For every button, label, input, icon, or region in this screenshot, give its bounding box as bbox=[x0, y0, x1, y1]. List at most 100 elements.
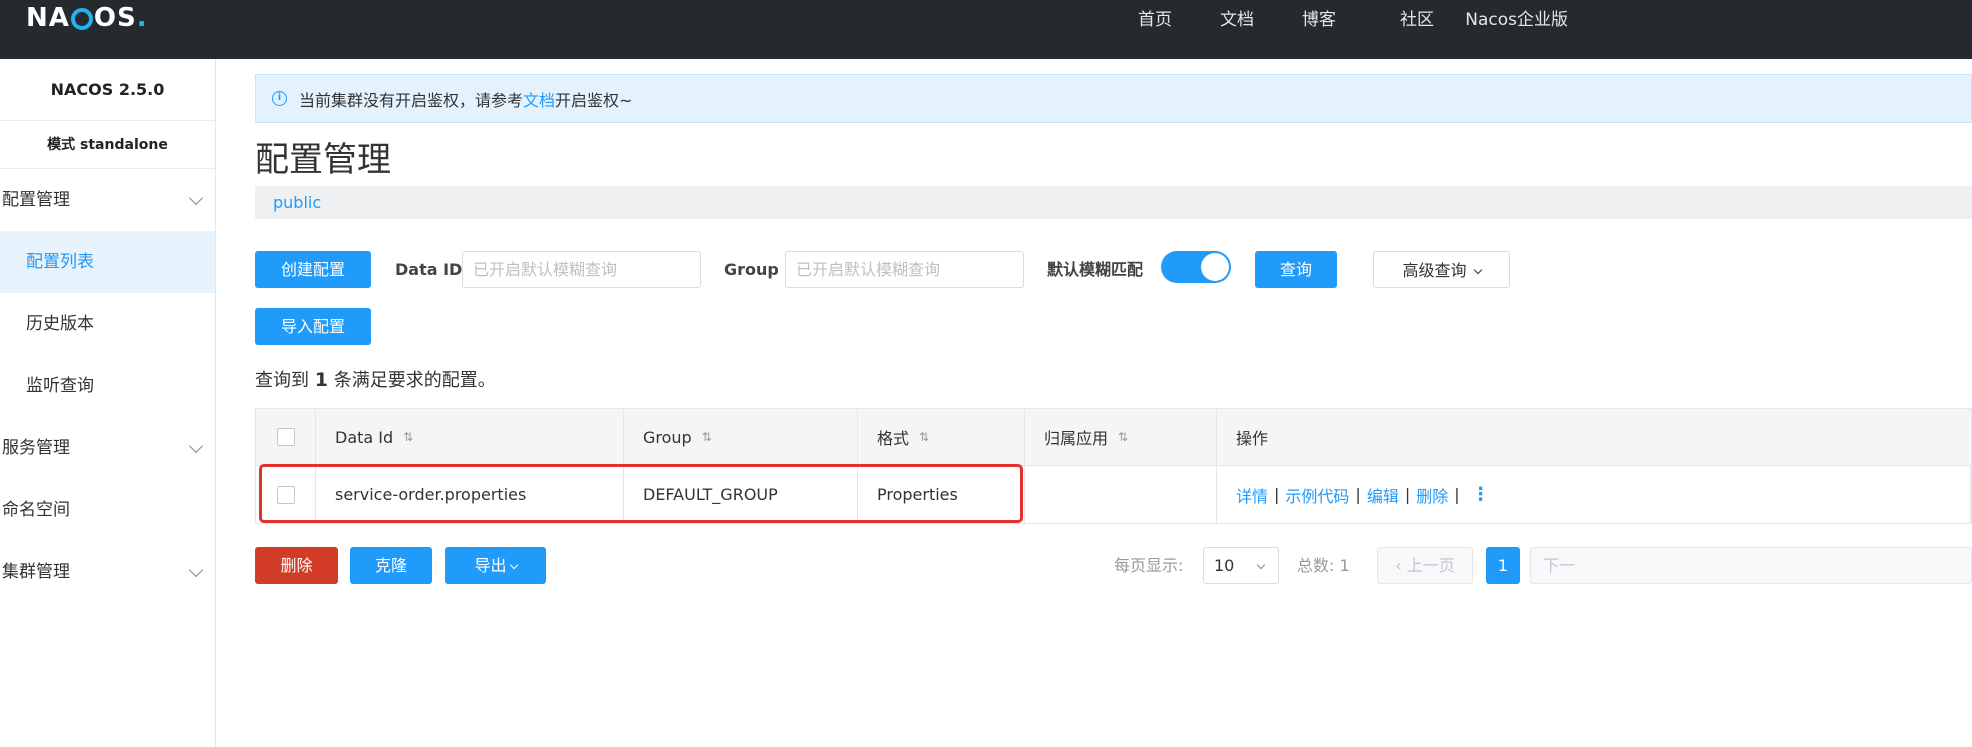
header-label: Data Id bbox=[335, 427, 394, 447]
import-config-button[interactable]: 导入配置 bbox=[255, 308, 371, 345]
notice-text: 当前集群没有开启鉴权，请参考 bbox=[299, 90, 524, 110]
auth-notice: i 当前集群没有开启鉴权，请参考 文档 开启鉴权~ bbox=[255, 74, 1972, 123]
sidebar-item-listener[interactable]: 监听查询 bbox=[0, 355, 215, 417]
sidebar-group-label: 命名空间 bbox=[2, 500, 70, 520]
prev-page-label: 上一页 bbox=[1406, 556, 1455, 575]
header-label: 归属应用 bbox=[1044, 429, 1109, 448]
result-count: 1 bbox=[314, 369, 328, 391]
page-size-value: 10 bbox=[1214, 556, 1235, 575]
sidebar-group-service[interactable]: 服务管理 bbox=[0, 417, 215, 479]
sort-icon[interactable]: ⇅ bbox=[702, 430, 712, 444]
delete-link[interactable]: 删除 bbox=[1416, 483, 1448, 507]
batch-delete-button[interactable]: 删除 bbox=[255, 547, 338, 584]
dataid-input[interactable] bbox=[462, 251, 701, 288]
separator: | bbox=[1404, 485, 1411, 504]
sidebar-group-namespace[interactable]: 命名空间 bbox=[0, 479, 215, 541]
main-content: i 当前集群没有开启鉴权，请参考 文档 开启鉴权~ 配置管理 public 创建配置… bbox=[255, 59, 1972, 747]
sidebar-group-config[interactable]: 配置管理 bbox=[0, 169, 215, 231]
separator: | bbox=[1454, 485, 1460, 504]
notice-text-end: 开启鉴权~ bbox=[555, 90, 633, 110]
query-button[interactable]: 查询 bbox=[1255, 251, 1337, 288]
page-size-select[interactable]: 10 bbox=[1203, 547, 1279, 584]
select-all-checkbox[interactable] bbox=[276, 428, 295, 446]
sidebar: NACOS 2.5.0 模式 standalone 配置管理 配置列表 历史版本… bbox=[0, 59, 216, 747]
nav-enterprise[interactable]: Nacos企业版 bbox=[1465, 0, 1568, 40]
advanced-query-label: 高级查询 bbox=[1402, 261, 1467, 280]
detail-link[interactable]: 详情 bbox=[1236, 483, 1268, 507]
page-size-label: 每页显示: bbox=[1114, 556, 1184, 575]
notice-doc-link[interactable]: 文档 bbox=[523, 87, 555, 111]
result-prefix: 查询到 bbox=[255, 370, 309, 391]
chevron-down-icon bbox=[188, 562, 204, 578]
dataid-label: Data ID bbox=[395, 260, 463, 279]
logo-ring-icon bbox=[70, 8, 93, 30]
edit-link[interactable]: 编辑 bbox=[1367, 483, 1399, 507]
chevron-down-icon bbox=[1473, 265, 1482, 275]
group-input[interactable] bbox=[785, 251, 1024, 288]
total-count: 总数: 1 bbox=[1297, 556, 1350, 575]
sort-icon[interactable]: ⇅ bbox=[1118, 430, 1128, 444]
sidebar-group-cluster[interactable]: 集群管理 bbox=[0, 541, 215, 603]
toggle-knob bbox=[1201, 253, 1229, 281]
more-vertical-icon[interactable]: ⋮ bbox=[1472, 484, 1490, 505]
header-actions: 操作 bbox=[1236, 429, 1269, 448]
header-label: Group bbox=[643, 427, 692, 447]
chevron-down-icon bbox=[1256, 560, 1266, 570]
nav-home[interactable]: 首页 bbox=[1138, 0, 1172, 40]
namespace-public[interactable]: public bbox=[255, 186, 321, 219]
namespace-bar: public bbox=[255, 186, 1972, 219]
group-label: Group bbox=[724, 260, 779, 279]
nav-docs[interactable]: 文档 bbox=[1220, 0, 1254, 40]
separator: | bbox=[1355, 485, 1361, 504]
header-checkbox-cell bbox=[256, 409, 316, 465]
chevron-down-icon bbox=[509, 560, 518, 570]
table-row: service-order.properties DEFAULT_GROUP P… bbox=[256, 464, 1971, 523]
sample-code-link[interactable]: 示例代码 bbox=[1285, 483, 1349, 507]
nacos-logo[interactable]: NA OS. bbox=[26, 3, 148, 33]
header-group[interactable]: Group ⇅ bbox=[624, 409, 858, 465]
result-summary: 查询到 1 条满足要求的配置。 bbox=[255, 366, 496, 392]
cell-dataid: service-order.properties bbox=[316, 466, 624, 523]
cell-group: DEFAULT_GROUP bbox=[624, 466, 858, 523]
chevron-down-icon bbox=[188, 190, 204, 206]
cell-actions: 详情 | 示例代码 | 编辑 | 删除 | ⋮ bbox=[1217, 466, 1971, 523]
header-app[interactable]: 归属应用 ⇅ bbox=[1025, 409, 1217, 465]
config-table: Data Id ⇅ Group ⇅ 格式 ⇅ 归属应用 ⇅ 操作 service-ord… bbox=[255, 408, 1972, 524]
page-1-button[interactable]: 1 bbox=[1486, 547, 1520, 584]
sidebar-item-history[interactable]: 历史版本 bbox=[0, 293, 215, 355]
advanced-query-button[interactable]: 高级查询 bbox=[1373, 251, 1510, 288]
version-label: NACOS 2.5.0 bbox=[0, 59, 215, 121]
sort-icon[interactable]: ⇅ bbox=[403, 430, 413, 444]
cell-app bbox=[1025, 466, 1217, 523]
export-label: 导出 bbox=[474, 556, 507, 575]
export-button[interactable]: 导出 bbox=[445, 547, 546, 584]
header-dataid[interactable]: Data Id ⇅ bbox=[316, 409, 624, 465]
header-format[interactable]: 格式 ⇅ bbox=[858, 409, 1025, 465]
sidebar-group-label: 集群管理 bbox=[2, 562, 70, 582]
nav-blog[interactable]: 博客 bbox=[1302, 0, 1336, 40]
create-config-button[interactable]: 创建配置 bbox=[255, 251, 371, 288]
row-checkbox[interactable] bbox=[276, 485, 295, 504]
sidebar-item-config-list[interactable]: 配置列表 bbox=[0, 231, 215, 293]
header-label: 格式 bbox=[877, 429, 910, 448]
page-title: 配置管理 bbox=[255, 140, 391, 180]
sort-icon[interactable]: ⇅ bbox=[919, 430, 929, 444]
prev-page-button[interactable]: ‹ 上一页 bbox=[1377, 547, 1473, 584]
fuzzy-match-toggle[interactable] bbox=[1161, 251, 1231, 283]
sidebar-group-label: 配置管理 bbox=[2, 190, 70, 210]
cell-format: Properties bbox=[858, 466, 1025, 523]
next-page-button[interactable]: 下一 bbox=[1530, 547, 1972, 584]
row-checkbox-cell bbox=[256, 466, 316, 523]
chevron-left-icon: ‹ bbox=[1395, 556, 1407, 575]
clone-button[interactable]: 克隆 bbox=[350, 547, 432, 584]
info-icon: i bbox=[272, 91, 287, 106]
nav-community[interactable]: 社区 bbox=[1400, 0, 1434, 40]
table-header: Data Id ⇅ Group ⇅ 格式 ⇅ 归属应用 ⇅ 操作 bbox=[256, 409, 1971, 466]
mode-label: 模式 standalone bbox=[0, 121, 215, 169]
separator: | bbox=[1274, 485, 1280, 504]
fuzzy-match-label: 默认模糊匹配 bbox=[1047, 260, 1144, 279]
top-navbar: NA OS. 首页 文档 博客 社区 Nacos企业版 bbox=[0, 0, 1972, 59]
chevron-down-icon bbox=[188, 438, 204, 454]
sidebar-group-label: 服务管理 bbox=[2, 438, 70, 458]
result-suffix: 条满足要求的配置。 bbox=[333, 370, 496, 391]
